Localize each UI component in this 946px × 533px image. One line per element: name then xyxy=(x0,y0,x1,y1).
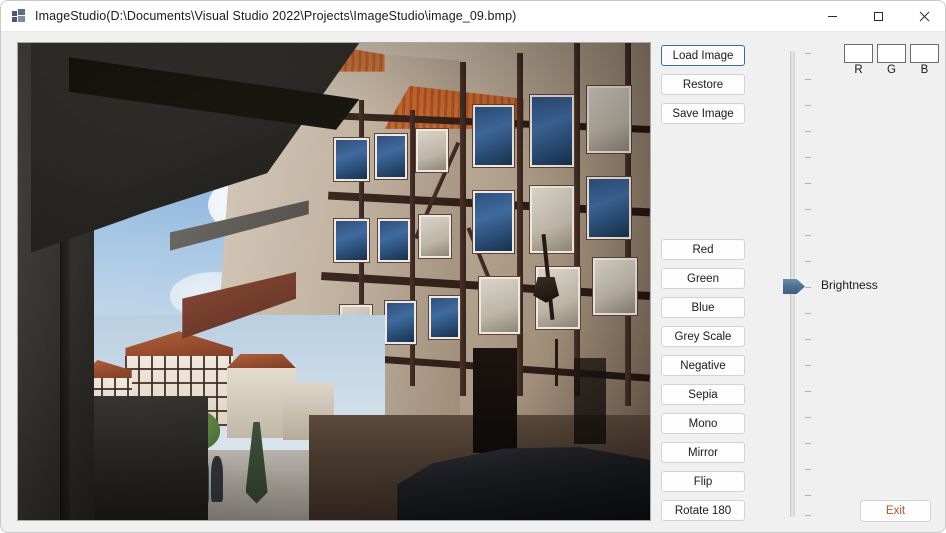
minimize-icon[interactable] xyxy=(809,1,855,32)
filter-button-green[interactable]: Green xyxy=(661,268,745,289)
restore-button[interactable]: Restore xyxy=(661,74,745,95)
blue-value-field[interactable] xyxy=(910,44,939,63)
title-bar: ImageStudio(D:\Documents\Visual Studio 2… xyxy=(1,1,945,32)
button-label: Mirror xyxy=(687,446,719,459)
application-window: ImageStudio(D:\Documents\Visual Studio 2… xyxy=(0,0,946,533)
maximize-icon[interactable] xyxy=(855,1,901,32)
button-label: Sepia xyxy=(688,388,718,401)
button-label: Flip xyxy=(693,475,713,488)
button-label: Negative xyxy=(680,359,726,372)
close-icon[interactable] xyxy=(901,1,945,32)
exit-button[interactable]: Exit xyxy=(860,500,931,522)
filter-button-sepia[interactable]: Sepia xyxy=(661,384,745,405)
button-label: Grey Scale xyxy=(674,330,732,343)
load-image-button[interactable]: Load Image xyxy=(661,45,745,66)
button-label: Save Image xyxy=(672,107,734,120)
button-label: Mono xyxy=(688,417,718,430)
app-window-icon xyxy=(12,9,26,23)
filter-button-grey-scale[interactable]: Grey Scale xyxy=(661,326,745,347)
slider-thumb[interactable] xyxy=(783,279,805,294)
button-label: Load Image xyxy=(672,49,734,62)
button-label: Exit xyxy=(885,505,906,517)
window-title: ImageStudio(D:\Documents\Visual Studio 2… xyxy=(35,9,517,23)
filter-button-red[interactable]: Red xyxy=(661,239,745,260)
button-label: Restore xyxy=(682,78,724,91)
filter-button-mono[interactable]: Mono xyxy=(661,413,745,434)
button-label: Green xyxy=(687,272,719,285)
filter-button-negative[interactable]: Negative xyxy=(661,355,745,376)
green-value-field[interactable] xyxy=(877,44,906,63)
save-image-button[interactable]: Save Image xyxy=(661,103,745,124)
street-photograph xyxy=(18,43,650,520)
filter-button-flip[interactable]: Flip xyxy=(661,471,745,492)
filter-button-rotate-180[interactable]: Rotate 180 xyxy=(661,500,745,521)
green-label: G xyxy=(887,64,896,76)
button-label: Blue xyxy=(691,301,715,314)
brightness-label: Brightness xyxy=(821,278,878,292)
red-value-field[interactable] xyxy=(844,44,873,63)
blue-label: B xyxy=(920,64,929,76)
button-label: Rotate 180 xyxy=(674,504,732,517)
button-label: Red xyxy=(692,243,714,256)
image-preview[interactable] xyxy=(17,42,651,521)
filter-button-mirror[interactable]: Mirror xyxy=(661,442,745,463)
filter-button-blue[interactable]: Blue xyxy=(661,297,745,318)
red-label: R xyxy=(854,64,863,76)
brightness-slider[interactable] xyxy=(781,45,815,523)
